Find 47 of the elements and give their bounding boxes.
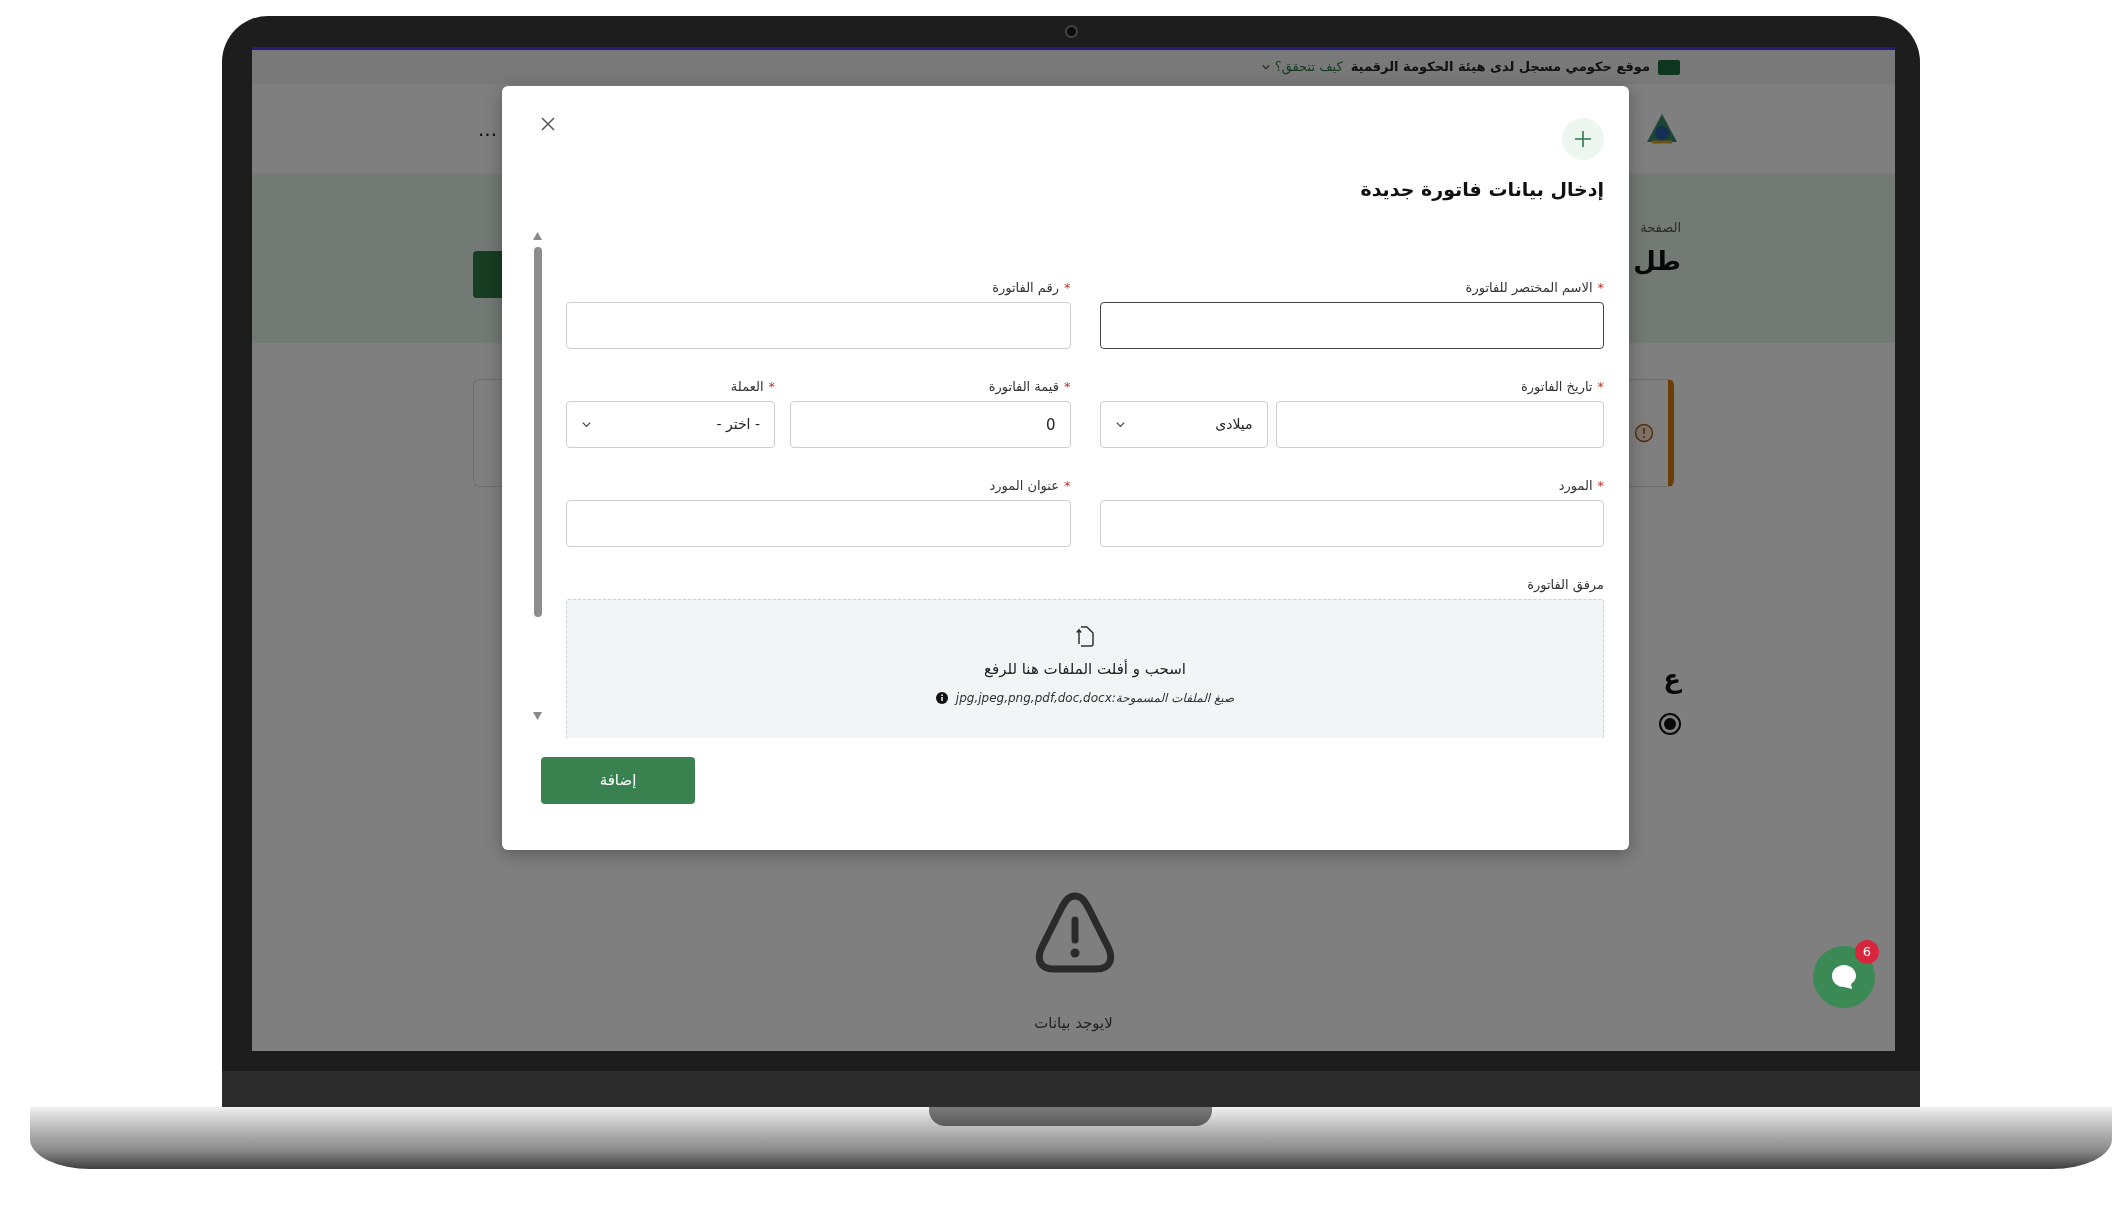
scroll-down-icon[interactable] (533, 712, 542, 720)
file-upload-icon (1076, 624, 1094, 648)
field-label: قيمة الفاتورة (988, 379, 1059, 394)
submit-button[interactable]: إضافة (541, 757, 695, 804)
field-label: الاسم المختصر للفاتورة (1465, 280, 1593, 295)
field-label: تاريخ الفاتورة (1520, 379, 1593, 394)
empty-state-text: لايوجد بيانات (1034, 1014, 1113, 1032)
info-icon (1634, 423, 1654, 443)
field-label: عنوان المورد (989, 478, 1059, 493)
required-marker: * (1064, 379, 1071, 394)
camera-icon (1065, 25, 1078, 38)
flag-icon (1658, 59, 1680, 75)
currency-select[interactable]: - اختر - (566, 401, 775, 448)
input-field[interactable] (1099, 302, 1604, 349)
add-button[interactable] (1562, 118, 1604, 160)
field-label: المورد (1558, 478, 1593, 493)
menu-ellipsis[interactable]: ... (478, 114, 498, 144)
banner-text: موقع حكومي مسجل لدى هيئة الحكومة الرقمية (1350, 58, 1650, 77)
calendar-select[interactable]: ميلادى (1099, 401, 1268, 448)
chevron-icon (1260, 62, 1271, 72)
required-marker: * (1064, 280, 1071, 295)
chat-bubble-icon (1830, 963, 1858, 991)
section-heading: ع (1663, 663, 1681, 696)
allowed-formats-text: صيغ الملفات المسموحة:jpg,jpeg,png,pdf,doc,docx (955, 689, 1235, 707)
required-marker: * (1597, 478, 1604, 493)
notification-badge: 6 (1855, 940, 1879, 964)
chevron-icon (1114, 419, 1126, 430)
page-heading: طل (1633, 245, 1681, 277)
required-marker: * (768, 379, 775, 394)
file-dropzone[interactable]: اسحب و أفلت الملفات هنا للرفع صيغ الملفات المسموحة:jpg,jpeg,png,pdf,doc,docx (566, 599, 1604, 738)
field-label: العملة (730, 379, 764, 394)
amount-input[interactable]: 0 (790, 401, 1071, 448)
scrollbar-thumb[interactable] (533, 247, 542, 617)
date-input[interactable] (1275, 401, 1604, 448)
required-marker: * (1597, 280, 1604, 295)
info-icon (935, 691, 948, 704)
close-icon[interactable] (541, 117, 555, 131)
scroll-up-icon[interactable] (533, 232, 542, 240)
dropzone-prompt: اسحب و أفلت الملفات هنا للرفع (984, 658, 1186, 680)
modal-title: إدخال بيانات فاتورة جديدة (1359, 177, 1604, 203)
field-label: رقم الفاتورة (992, 280, 1059, 295)
radio-button[interactable] (1659, 713, 1681, 735)
field-label: مرفق الفاتورة (1527, 577, 1604, 592)
required-marker: * (1064, 478, 1071, 493)
required-marker: * (1597, 379, 1604, 394)
plus-icon (1574, 130, 1592, 148)
chevron-icon (581, 419, 592, 430)
